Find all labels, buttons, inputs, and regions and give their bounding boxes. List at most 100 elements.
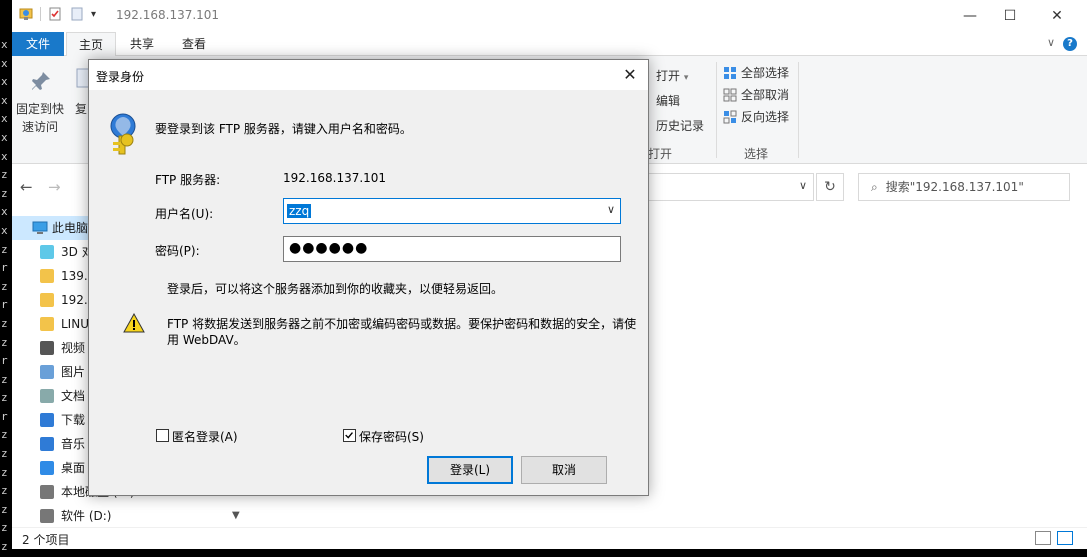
server-label: FTP 服务器: — [155, 173, 221, 187]
large-icons-view-icon[interactable] — [1057, 531, 1073, 545]
nav-item-label: 视频 — [61, 341, 86, 355]
terminal-char: r — [1, 261, 8, 275]
ftp-folder-icon — [19, 8, 33, 20]
invert-selection-button[interactable]: 反向选择 — [723, 108, 789, 125]
nav-item-label: 文档 — [61, 389, 86, 403]
select-none-button[interactable]: 全部取消 — [723, 86, 789, 103]
cancel-button[interactable]: 取消 — [521, 456, 607, 484]
copy-label[interactable]: 复 — [75, 100, 87, 117]
tab-share[interactable]: 共享 — [118, 32, 166, 56]
terminal-char: x — [1, 112, 8, 126]
details-view-icon[interactable] — [1035, 531, 1051, 545]
terminal-char: x — [1, 223, 8, 237]
forward-arrow-icon[interactable]: → — [48, 178, 61, 196]
ribbon-separator — [798, 62, 799, 158]
open-button[interactable]: 打开 ▾ — [656, 67, 688, 84]
terminal-char: z — [1, 316, 8, 330]
open-label: 打开 — [656, 69, 681, 83]
select-all-button[interactable]: 全部选择 — [723, 64, 789, 81]
address-dropdown-icon[interactable]: ∨ — [799, 179, 807, 192]
terminal-char: z — [0, 426, 12, 445]
help-icon[interactable]: ? — [1063, 37, 1077, 51]
nav-item[interactable]: 软件 (D:) — [12, 504, 248, 528]
nav-item-label: LINU — [61, 317, 89, 331]
computer-icon — [32, 221, 48, 234]
view-buttons — [1035, 531, 1073, 545]
security-warning-line-1: FTP 将数据发送到服务器之前不加密或编码密码或数据。要保护密码和数据的安全，请… — [167, 317, 637, 331]
terminal-char: z — [1, 242, 8, 256]
title-bar: ▾ 192.168.137.101 — ☐ ✕ — [12, 0, 1087, 32]
terminal-char: z — [1, 372, 8, 386]
properties-icon[interactable] — [47, 6, 63, 22]
drive-d-icon — [40, 509, 54, 523]
terminal-char: z — [0, 482, 12, 501]
anonymous-checkbox[interactable] — [156, 429, 169, 442]
search-icon: ⌕ — [871, 180, 878, 194]
nav-this-pc-label: 此电脑 — [52, 221, 89, 235]
bottom-terminal-strip — [12, 549, 1087, 557]
warning-icon — [123, 313, 145, 333]
open-group-label: 打开 — [648, 147, 673, 161]
pin-icon[interactable] — [30, 70, 52, 92]
nav-item-label: 图片 — [61, 365, 86, 379]
search-input[interactable]: ⌕ 搜索"192.168.137.101" — [858, 173, 1070, 201]
select-all-label: 全部选择 — [741, 66, 790, 80]
ftp-folder-icon — [40, 269, 54, 283]
select-none-icon — [723, 88, 737, 102]
open-dropdown-icon: ▾ — [683, 73, 689, 83]
address-bar[interactable]: ∨ — [642, 173, 814, 201]
nav-item-label: 桌面 — [61, 461, 86, 475]
login-button[interactable]: 登录(L) — [427, 456, 513, 484]
terminal-char: x — [1, 93, 8, 107]
dialog-close-icon[interactable]: ✕ — [620, 65, 640, 85]
dialog-title-bar: 登录身份 ✕ — [89, 60, 648, 90]
save-password-label[interactable]: 保存密码(S) — [359, 428, 424, 445]
tab-view[interactable]: 查看 — [170, 32, 218, 56]
music-icon — [40, 437, 54, 451]
video-icon — [40, 341, 54, 355]
terminal-char: z — [1, 186, 8, 200]
anonymous-label[interactable]: 匿名登录(A) — [172, 428, 238, 445]
history-button[interactable]: 历史记录 — [656, 117, 704, 134]
terminal-char: x — [1, 56, 8, 70]
terminal-char: z — [0, 501, 12, 520]
save-password-checkbox[interactable] — [343, 429, 356, 442]
terminal-char: r — [1, 409, 8, 423]
qa-separator — [40, 7, 41, 21]
back-arrow-icon[interactable]: ← — [20, 178, 33, 196]
nav-item-label: 下载 — [61, 413, 86, 427]
new-folder-icon[interactable] — [69, 6, 85, 22]
tab-home[interactable]: 主页 — [66, 32, 117, 57]
dialog-title: 登录身份 — [96, 70, 145, 84]
terminal-char: z — [0, 538, 12, 557]
pin-quick-access-label-1[interactable]: 固定到快 — [16, 100, 64, 117]
cube-icon — [40, 245, 54, 259]
terminal-char: x — [1, 130, 8, 144]
download-icon — [40, 413, 54, 427]
scroll-down-icon[interactable]: ▼ — [232, 510, 240, 521]
expand-ribbon-icon[interactable]: ∨ — [1047, 36, 1055, 49]
terminal-char: z — [1, 279, 8, 293]
status-bar: 2 个项目 — [12, 527, 1087, 549]
terminal-char: z — [1, 335, 8, 349]
login-dialog: 登录身份 ✕ 要登录到该 FTP 服务器，请键入用户名和密码。 FTP 服务器:… — [88, 59, 649, 496]
server-value: 192.168.137.101 — [283, 171, 387, 185]
refresh-icon[interactable]: ↻ — [816, 173, 844, 201]
tab-file[interactable]: 文件 — [12, 32, 64, 56]
chevron-down-icon[interactable]: ∨ — [607, 203, 615, 216]
customize-qa-icon[interactable]: ▾ — [91, 9, 96, 20]
maximize-button[interactable]: ☐ — [987, 0, 1033, 32]
terminal-char: r — [1, 354, 8, 368]
close-button[interactable]: ✕ — [1034, 0, 1080, 32]
edit-button[interactable]: 编辑 — [656, 92, 680, 109]
username-combobox[interactable]: zzq ∨ — [283, 198, 621, 224]
pin-quick-access-label-2[interactable]: 速访问 — [22, 118, 58, 135]
terminal-char: x — [1, 38, 8, 51]
password-label: 密码(P): — [155, 244, 200, 258]
nav-item-label: 软件 (D:) — [61, 509, 112, 523]
password-input[interactable]: ●●●●●● — [283, 236, 621, 262]
picture-icon — [40, 365, 54, 379]
ribbon-tabs: 文件 主页 共享 查看 ∨ ? — [12, 32, 1087, 57]
select-group-label: 选择 — [744, 147, 769, 161]
terminal-char: x — [1, 205, 8, 219]
